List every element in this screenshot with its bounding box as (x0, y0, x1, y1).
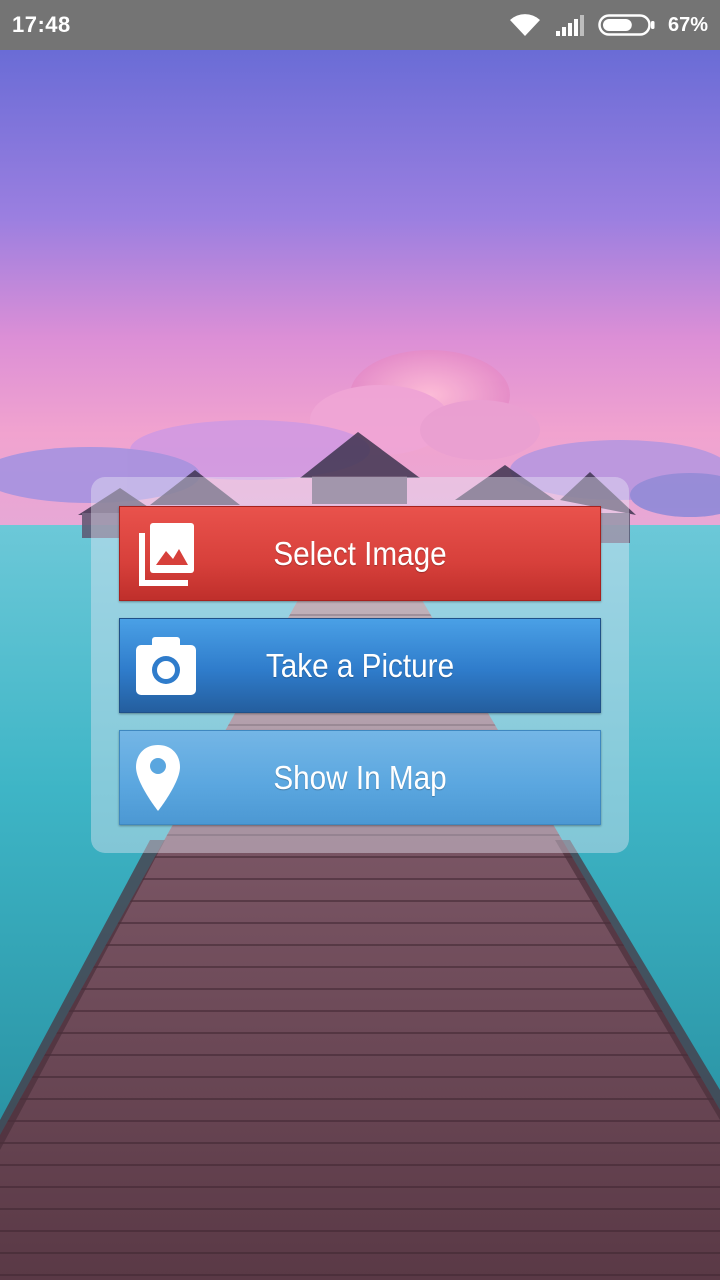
signal-icon (555, 15, 584, 36)
select-image-label: Select Image (273, 534, 447, 572)
show-in-map-button[interactable]: Show In Map (119, 730, 601, 825)
status-time: 17:48 (12, 12, 71, 37)
select-image-button[interactable]: Select Image (119, 506, 601, 601)
take-picture-button[interactable]: Take a Picture (119, 618, 601, 713)
status-bar: 17:48 67% (0, 0, 720, 50)
battery-percent: 67% (667, 13, 708, 36)
app-screen: 17:48 67% Select Image Take a Picture Sh… (0, 0, 720, 1280)
status-icons: 67% (508, 10, 708, 40)
take-picture-label: Take a Picture (265, 646, 455, 684)
show-in-map-label: Show In Map (273, 758, 447, 796)
battery-icon (598, 14, 655, 36)
wifi-icon (509, 14, 540, 36)
action-panel: Select Image Take a Picture Show In Map (91, 477, 629, 853)
